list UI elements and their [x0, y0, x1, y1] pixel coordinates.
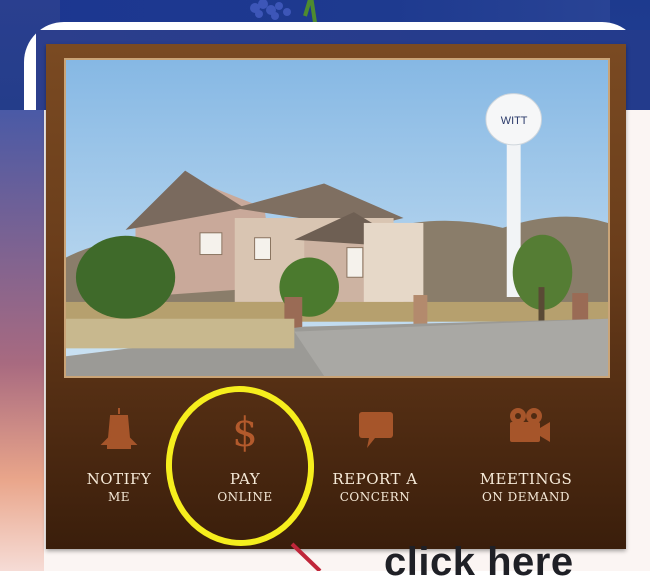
bell-icon — [100, 408, 138, 449]
water-tower-text: WITT — [501, 115, 528, 127]
meetings-on-demand-button[interactable]: Meetings on Demand — [446, 404, 606, 544]
neighborhood-photo: WITT — [64, 58, 610, 378]
services-card: WITT NOTIFY ME $ PAY ONLINE REPORT A CON… — [46, 44, 626, 549]
notify-me-label: Notify Me — [86, 470, 152, 504]
quick-actions: Notify Me $ Pay Online Report a Concern — [46, 404, 626, 544]
speech-bubble-icon — [359, 412, 393, 448]
report-concern-button[interactable]: Report a Concern — [316, 404, 434, 544]
report-concern-label: Report a Concern — [332, 470, 418, 504]
notify-me-button[interactable]: Notify Me — [60, 404, 178, 544]
left-edge-blur — [0, 110, 44, 571]
meetings-on-demand-label: Meetings on Demand — [479, 470, 573, 504]
annotation-arrow-icon — [290, 542, 322, 571]
click-here-annotation: click here — [384, 540, 574, 584]
video-camera-icon — [510, 408, 550, 442]
